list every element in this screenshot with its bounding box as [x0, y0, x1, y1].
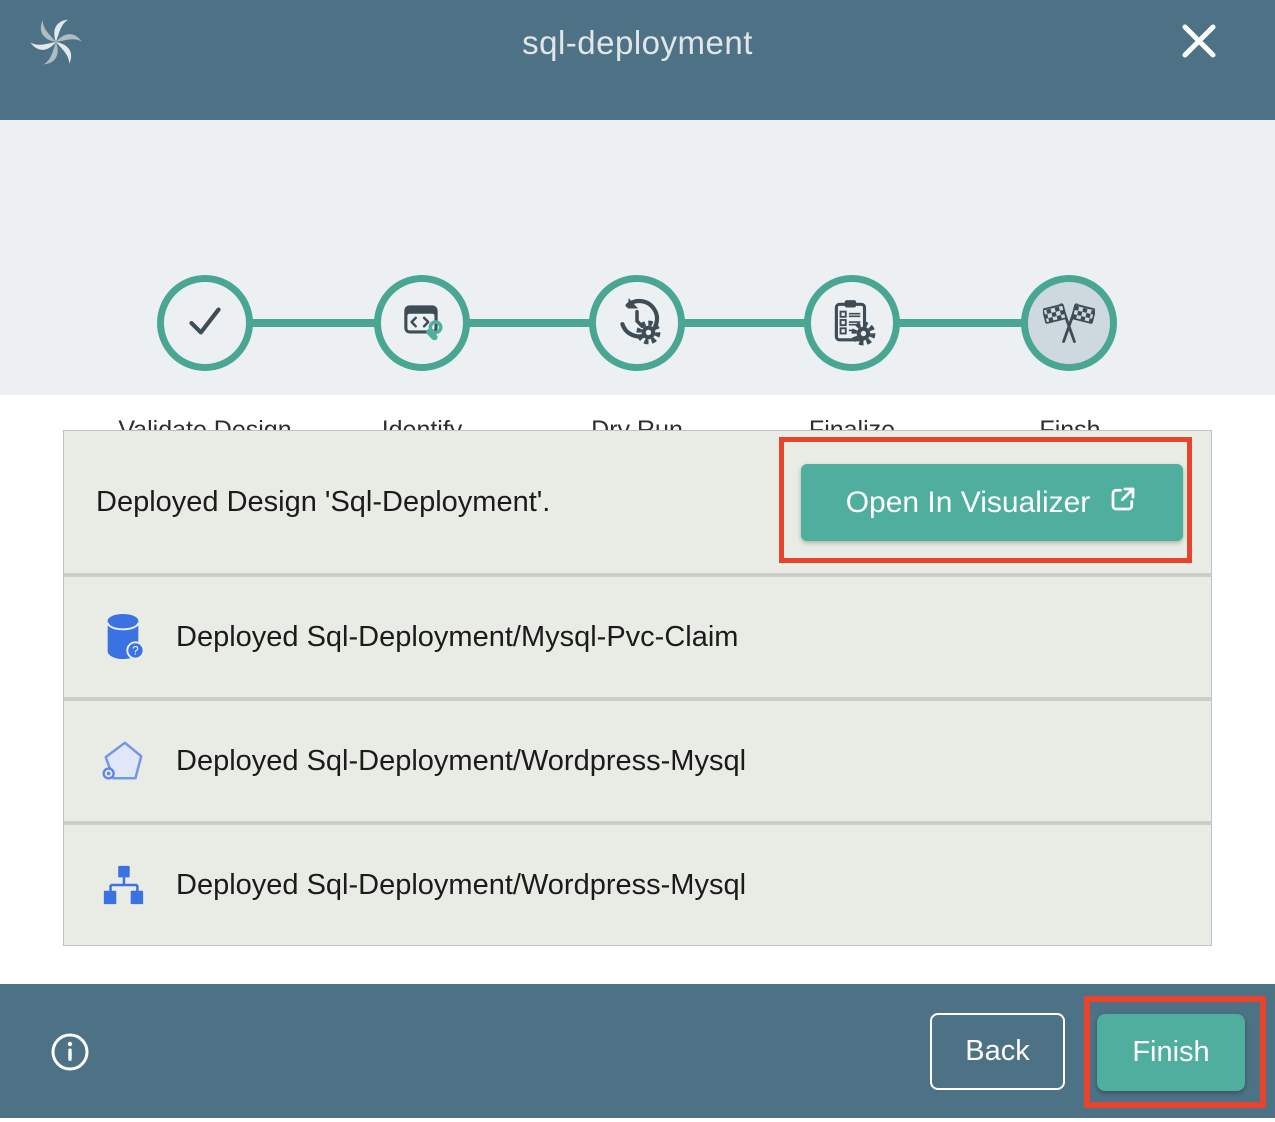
finish-button[interactable]: Finish [1097, 1014, 1245, 1091]
step-dry-run [589, 275, 685, 371]
back-button[interactable]: Back [930, 1013, 1065, 1090]
close-icon [1175, 53, 1223, 68]
clipboard-gear-icon [827, 296, 877, 351]
modal-header: sql-deployment [0, 0, 1275, 120]
result-row-mysql-pvc-claim: ? Deployed Sql-Deployment/Mysql-Pvc-Clai… [64, 577, 1211, 697]
modal-footer: Back Finish [0, 984, 1275, 1118]
deployed-design-message: Deployed Design 'Sql-Deployment'. [96, 486, 550, 519]
step-identify-environments [374, 275, 470, 371]
svg-text:?: ? [132, 646, 138, 658]
external-link-icon [1108, 484, 1138, 522]
close-button[interactable] [1175, 17, 1223, 65]
step-finalize-deployment [804, 275, 900, 371]
info-icon [50, 1060, 90, 1075]
database-icon: ? [100, 611, 148, 663]
result-row-wordpress-mysql-service: Deployed Sql-Deployment/Wordpress-Mysql [64, 701, 1211, 821]
result-row-text: Deployed Sql-Deployment/Wordpress-Mysql [176, 869, 746, 902]
deployment-modal: sql-deployment Validate Design [0, 0, 1275, 1122]
topology-icon [100, 859, 148, 911]
deployed-design-row: Deployed Design 'Sql-Deployment'. Open I… [64, 431, 1211, 573]
step-validate-design [157, 275, 253, 371]
result-row-text: Deployed Sql-Deployment/Mysql-Pvc-Claim [176, 621, 738, 654]
code-wrench-icon [397, 296, 447, 351]
deployment-results-list: Deployed Design 'Sql-Deployment'. Open I… [63, 430, 1212, 946]
dry-run-icon [612, 296, 662, 351]
modal-title: sql-deployment [0, 24, 1275, 62]
stepper-connector [249, 319, 378, 327]
step-finish [1021, 275, 1117, 371]
open-in-visualizer-label: Open In Visualizer [846, 486, 1091, 520]
open-in-visualizer-button[interactable]: Open In Visualizer [801, 464, 1183, 541]
deployment-stepper: Validate Design Identify Environments [0, 120, 1275, 395]
finish-flags-icon [1043, 295, 1095, 352]
result-row-wordpress-mysql-topology: Deployed Sql-Deployment/Wordpress-Mysql [64, 825, 1211, 945]
info-button[interactable] [50, 1032, 90, 1072]
check-icon [180, 296, 230, 351]
stepper-connector [466, 319, 593, 327]
result-row-text: Deployed Sql-Deployment/Wordpress-Mysql [176, 745, 746, 778]
stepper-connector [897, 319, 1026, 327]
stepper-connector [681, 319, 809, 327]
pentagon-icon [100, 735, 148, 787]
